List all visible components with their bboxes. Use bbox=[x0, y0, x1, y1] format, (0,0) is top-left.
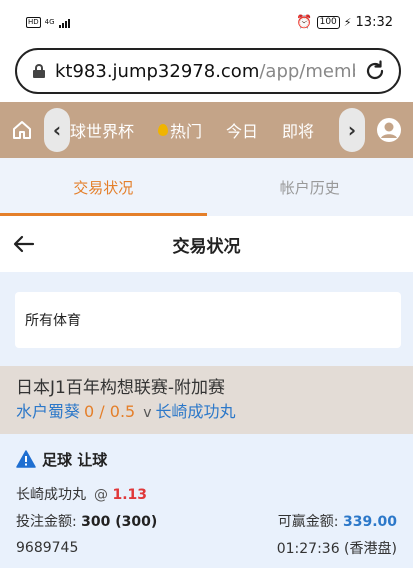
league-name: 日本J1百年构想联赛-附加赛 bbox=[16, 378, 225, 398]
odds-at: @ bbox=[94, 486, 108, 503]
signal-icon bbox=[58, 17, 70, 28]
match-teams: 水户蜀葵 0 / 0.5 v 长崎成功丸 bbox=[16, 400, 397, 425]
match-header: 日本J1百年构想联赛-附加赛 水户蜀葵 0 / 0.5 v 长崎成功丸 bbox=[0, 366, 413, 434]
win-value: 339.00 bbox=[342, 513, 397, 530]
hd-badge: HD bbox=[26, 16, 41, 28]
battery-icon: 100 bbox=[316, 15, 340, 29]
nav-item-upcoming[interactable]: 即将 bbox=[282, 118, 314, 142]
stake-value: 300 (300) bbox=[81, 513, 158, 530]
lock-icon bbox=[33, 64, 45, 78]
url-path: /app/memb bbox=[259, 60, 355, 82]
nav-item-world-cup[interactable]: 球世界杯 bbox=[70, 118, 134, 142]
nav-prev-button[interactable]: ‹ bbox=[44, 108, 70, 152]
nav-item-hot[interactable]: 热门 bbox=[158, 118, 202, 142]
home-icon[interactable] bbox=[0, 119, 44, 141]
charging-icon: ⚡ bbox=[343, 15, 352, 29]
nav-items: 球世界杯 热门 今日 即将 bbox=[70, 118, 339, 142]
page-header: 交易状况 bbox=[0, 216, 413, 272]
vs-label: v bbox=[143, 405, 152, 421]
odds-value: 1.13 bbox=[112, 486, 147, 503]
nav-item-today[interactable]: 今日 bbox=[226, 118, 258, 142]
flame-icon bbox=[158, 124, 169, 136]
selection-name: 长崎成功丸 bbox=[16, 486, 86, 503]
bet-card: 足球 让球 长崎成功丸 @ 1.13 投注金额: 300 (300) 可赢金额: … bbox=[0, 434, 413, 568]
bet-time: 01:27:36 (香港盘) bbox=[276, 540, 397, 557]
status-right: ⏰ 100 ⚡ 13:32 bbox=[296, 15, 393, 30]
ticket-row: 9689745 01:27:36 (香港盘) bbox=[16, 534, 397, 561]
url-host: kt983.jump32978.com bbox=[55, 60, 260, 82]
browser-toolbar: kt983.jump32978.com/app/memb bbox=[0, 44, 413, 102]
sport-type-label: 足球 让球 bbox=[42, 450, 108, 469]
amount-row: 投注金额: 300 (300) 可赢金额: 339.00 bbox=[16, 507, 397, 534]
selection-row: 长崎成功丸 @ 1.13 bbox=[16, 480, 397, 507]
user-icon[interactable] bbox=[365, 117, 413, 143]
sport-filter[interactable]: 所有体育 bbox=[15, 292, 401, 348]
win-label: 可赢金额: bbox=[277, 513, 339, 530]
nav-next-button[interactable]: › bbox=[339, 108, 365, 152]
tab-transaction-status[interactable]: 交易状况 bbox=[0, 158, 207, 216]
network-label: 4G bbox=[44, 18, 55, 26]
url-bar[interactable]: kt983.jump32978.com/app/memb bbox=[15, 48, 401, 94]
status-time: 13:32 bbox=[355, 14, 393, 30]
url-text[interactable]: kt983.jump32978.com/app/memb bbox=[55, 61, 355, 82]
handicap: 0 / 0.5 bbox=[84, 402, 136, 421]
stake-label: 投注金额: bbox=[16, 513, 77, 530]
reload-icon[interactable] bbox=[363, 59, 387, 83]
page-title: 交易状况 bbox=[172, 236, 241, 257]
back-arrow-icon[interactable] bbox=[0, 235, 48, 253]
top-nav: ‹ 球世界杯 热门 今日 即将 › bbox=[0, 102, 413, 158]
bet-type: 足球 让球 bbox=[16, 446, 397, 472]
tabs: 交易状况 帐户历史 bbox=[0, 158, 413, 216]
ticket-id: 9689745 bbox=[16, 539, 79, 556]
alarm-icon: ⏰ bbox=[296, 14, 313, 30]
tab-account-history[interactable]: 帐户历史 bbox=[207, 158, 413, 216]
home-team: 水户蜀葵 bbox=[16, 402, 81, 421]
status-left: HD 4G bbox=[26, 16, 70, 28]
status-bar: HD 4G ⏰ 100 ⚡ 13:32 bbox=[0, 0, 413, 44]
warning-icon bbox=[16, 450, 36, 468]
away-team: 长崎成功丸 bbox=[155, 402, 236, 421]
